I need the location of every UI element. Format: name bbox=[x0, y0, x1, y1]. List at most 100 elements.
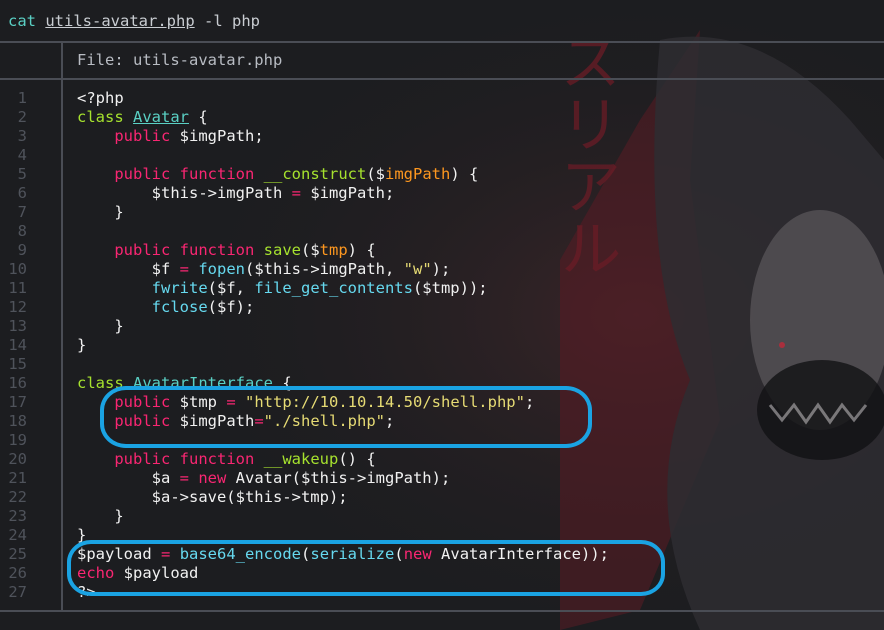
code-token: tmp bbox=[319, 241, 348, 259]
code-token: ($f); bbox=[207, 298, 255, 316]
line-number: 9 bbox=[17, 241, 27, 259]
line-number: 4 bbox=[17, 146, 27, 164]
header-bottom-divider bbox=[0, 78, 884, 80]
code-token: fclose bbox=[151, 298, 208, 316]
line-number: 24 bbox=[8, 526, 27, 544]
code-line: public function __construct($imgPath) { bbox=[77, 165, 609, 184]
code-token: = bbox=[179, 260, 189, 278]
code-token: imgPath bbox=[385, 165, 451, 183]
line-number: 2 bbox=[17, 108, 27, 126]
prompt-command: cat bbox=[8, 12, 36, 30]
code-token: = bbox=[291, 184, 301, 202]
footer-divider bbox=[0, 610, 884, 612]
code-line: fwrite($f, file_get_contents($tmp)); bbox=[77, 279, 609, 298]
code-token: function bbox=[179, 165, 255, 183]
code-line: class Avatar { bbox=[77, 108, 609, 127]
code-token: Avatar($this->imgPath); bbox=[226, 469, 451, 487]
code-token: ); bbox=[431, 260, 451, 278]
code-token: ($this->imgPath, bbox=[245, 260, 404, 278]
code-line: public function save($tmp) { bbox=[77, 241, 609, 260]
code-line: $a->save($this->tmp); bbox=[77, 488, 609, 507]
code-token: fopen bbox=[198, 260, 246, 278]
gutter-divider bbox=[61, 80, 63, 610]
line-number: 15 bbox=[8, 355, 27, 373]
line-number: 11 bbox=[8, 279, 27, 297]
code-line: } bbox=[77, 317, 609, 336]
code-token: $imgPath; bbox=[300, 184, 395, 202]
annotation-circle-payload bbox=[67, 540, 665, 596]
code-token: } bbox=[77, 336, 87, 354]
line-number: 5 bbox=[17, 165, 27, 183]
line-number: 18 bbox=[8, 412, 27, 430]
prompt-flags: -l php bbox=[204, 12, 260, 30]
code-token: public bbox=[114, 165, 171, 183]
code-token: file_get_contents bbox=[254, 279, 413, 297]
file-header-label: File: utils-avatar.php bbox=[77, 51, 283, 69]
gutter-divider-top bbox=[61, 43, 63, 78]
code-token: "w" bbox=[403, 260, 432, 278]
code-token: = bbox=[179, 469, 189, 487]
code-line: public function __wakeup() { bbox=[77, 450, 609, 469]
code-line: <?php bbox=[77, 89, 609, 108]
code-line: } bbox=[77, 336, 609, 355]
code-token: __construct bbox=[263, 165, 367, 183]
code-token: class bbox=[77, 108, 133, 126]
code-token: } bbox=[77, 507, 124, 525]
line-number: 13 bbox=[8, 317, 27, 335]
code-token: $this->imgPath bbox=[77, 184, 292, 202]
line-number: 8 bbox=[17, 222, 27, 240]
code-token: ($ bbox=[366, 165, 385, 183]
line-number: 21 bbox=[8, 469, 27, 487]
code-token: function bbox=[179, 241, 255, 259]
code-token: ) { bbox=[450, 165, 479, 183]
line-number-gutter: 1 2 3 4 5 6 7 8 9 10 11 12 13 14 15 16 17 18 19 20 21 22 23 24 2… bbox=[0, 89, 60, 602]
code-token: Avatar bbox=[133, 108, 189, 126]
prompt-filename[interactable]: utils-avatar.php bbox=[45, 12, 194, 30]
line-number: 22 bbox=[8, 488, 27, 506]
code-token: $f bbox=[77, 260, 180, 278]
code-line: fclose($f); bbox=[77, 298, 609, 317]
line-number: 17 bbox=[8, 393, 27, 411]
line-number: 14 bbox=[8, 336, 27, 354]
line-number: 1 bbox=[17, 89, 27, 107]
line-number: 23 bbox=[8, 507, 27, 525]
code-token: $a->save($this->tmp); bbox=[77, 488, 348, 506]
code-block: <?php class Avatar { public $imgPath; pub… bbox=[77, 89, 609, 602]
code-token: ($tmp)); bbox=[412, 279, 488, 297]
code-line: $a = new Avatar($this->imgPath); bbox=[77, 469, 609, 488]
code-token: ) { bbox=[347, 241, 376, 259]
line-number: 3 bbox=[17, 127, 27, 145]
code-line: $f = fopen($this->imgPath, "w"); bbox=[77, 260, 609, 279]
code-token: <?php bbox=[77, 89, 124, 107]
line-number: 27 bbox=[8, 583, 27, 601]
code-token: public bbox=[114, 241, 171, 259]
code-token: } bbox=[77, 203, 124, 221]
line-number: 12 bbox=[8, 298, 27, 316]
code-token: $a bbox=[77, 469, 180, 487]
code-token: } bbox=[77, 317, 124, 335]
line-number: 7 bbox=[17, 203, 27, 221]
header-top-divider bbox=[0, 41, 884, 43]
annotation-circle-properties bbox=[100, 386, 592, 448]
code-token: public bbox=[114, 450, 171, 468]
code-line: } bbox=[77, 203, 609, 222]
code-token: ($f, bbox=[207, 279, 255, 297]
code-token: function bbox=[179, 450, 255, 468]
